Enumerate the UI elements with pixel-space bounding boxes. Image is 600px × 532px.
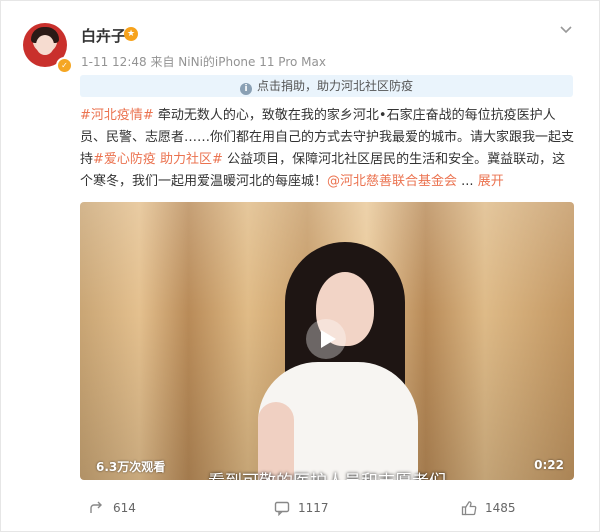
share-count: 614	[113, 501, 136, 515]
thumbs-up-icon	[461, 501, 477, 516]
post-time[interactable]: 1-11 12:48	[81, 55, 147, 69]
avatar-face	[36, 35, 54, 55]
verified-badge-icon: ✓	[56, 57, 73, 74]
level-badge-icon: ★	[124, 27, 138, 41]
comment-count: 1117	[298, 501, 329, 515]
action-bar: 614 1117 1485	[1, 495, 600, 521]
chevron-down-icon[interactable]	[559, 23, 573, 37]
play-icon[interactable]	[306, 319, 346, 359]
share-button[interactable]: 614	[89, 495, 136, 521]
donation-notice[interactable]: i 点击捐助，助力河北社区防疫	[80, 75, 573, 97]
hashtag-link[interactable]: #爱心防疫 助力社区#	[93, 152, 223, 167]
share-icon	[90, 501, 102, 513]
video-player[interactable]: 6.3万次观看 0:22 看到可敬的医护人员和志愿者们	[80, 202, 574, 480]
like-button[interactable]: 1485	[461, 495, 516, 521]
notice-text: 点击捐助，助力河北社区防疫	[256, 79, 413, 93]
comment-icon	[274, 501, 290, 516]
expand-link[interactable]: 展开	[478, 174, 504, 189]
hashtag-link[interactable]: #河北疫情#	[80, 108, 154, 123]
info-icon: i	[239, 83, 252, 95]
ellipsis: ...	[457, 174, 478, 189]
video-subtitle: 看到可敬的医护人员和志愿者们	[80, 467, 574, 480]
post-source: 来自 NiNi的iPhone 11 Pro Max	[150, 55, 326, 69]
mention-link[interactable]: @河北慈善联合基金会	[327, 174, 457, 189]
like-count: 1485	[485, 501, 516, 515]
user-name[interactable]: 白卉子	[81, 25, 126, 46]
weibo-post-card: ✓ 白卉子 ★ 1-11 12:48 来自 NiNi的iPhone 11 Pro…	[0, 0, 600, 532]
post-text: #河北疫情# 牵动无数人的心，致敬在我的家乡河北•石家庄奋战的每位抗疫医护人员、…	[80, 105, 576, 193]
post-meta: 1-11 12:48 来自 NiNi的iPhone 11 Pro Max	[81, 53, 326, 70]
comment-button[interactable]: 1117	[274, 495, 329, 521]
